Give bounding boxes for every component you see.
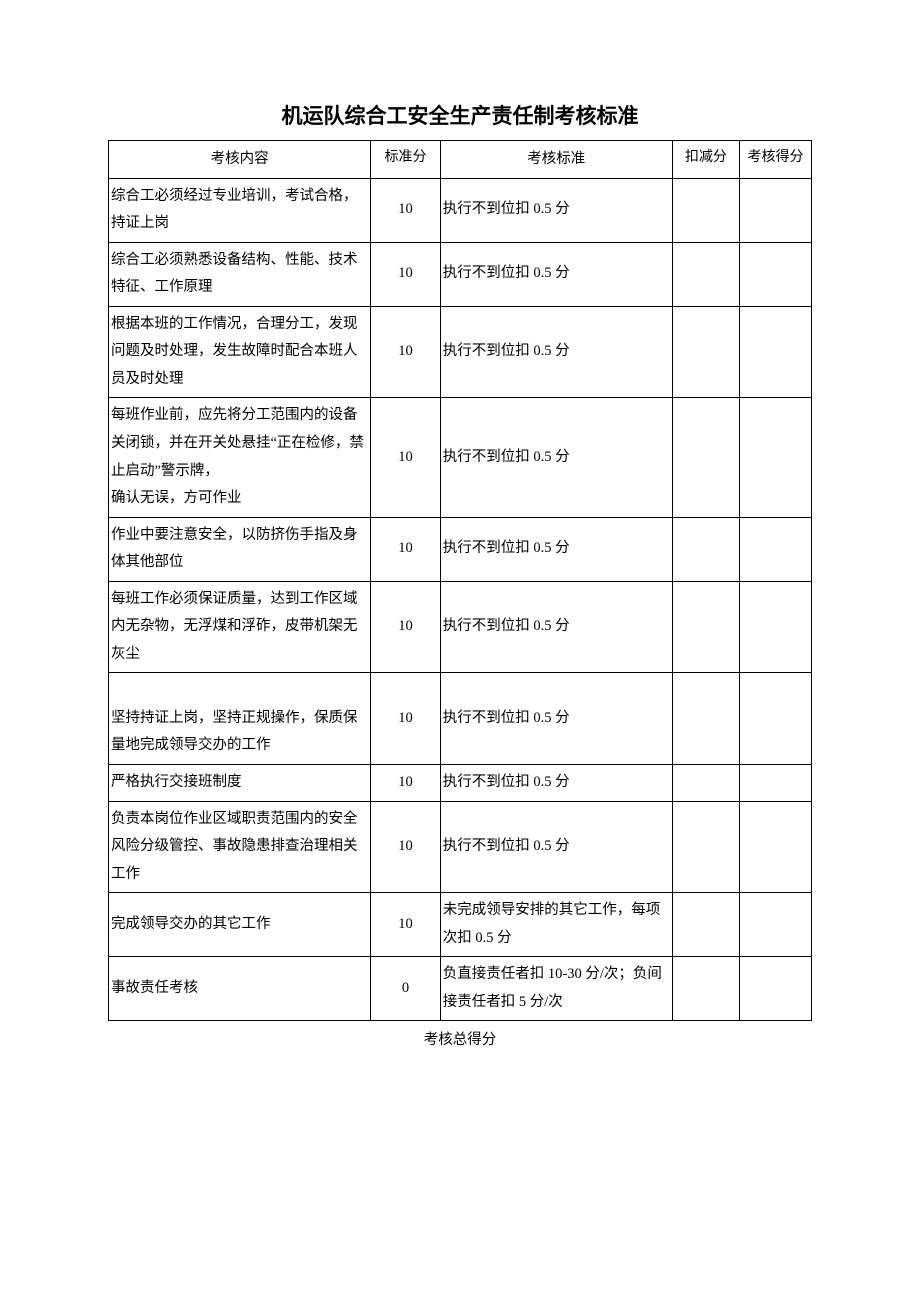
cell-final bbox=[740, 178, 812, 242]
cell-standard: 执行不到位扣 0.5 分 bbox=[440, 764, 672, 801]
cell-deduct bbox=[672, 673, 739, 765]
cell-standard-score: 10 bbox=[371, 398, 441, 517]
cell-final bbox=[740, 801, 812, 893]
cell-content: 严格执行交接班制度 bbox=[109, 764, 371, 801]
cell-standard: 执行不到位扣 0.5 分 bbox=[440, 242, 672, 306]
cell-final bbox=[740, 242, 812, 306]
cell-standard-score: 10 bbox=[371, 306, 441, 398]
cell-deduct bbox=[672, 242, 739, 306]
cell-deduct bbox=[672, 801, 739, 893]
cell-standard-score: 10 bbox=[371, 178, 441, 242]
cell-content: 根据本班的工作情况，合理分工，发现问题及时处理，发生故障时配合本班人员及时处理 bbox=[109, 306, 371, 398]
cell-deduct bbox=[672, 178, 739, 242]
cell-standard-score: 10 bbox=[371, 801, 441, 893]
cell-content: 作业中要注意安全，以防挤伤手指及身体其他部位 bbox=[109, 517, 371, 581]
cell-deduct bbox=[672, 957, 739, 1021]
cell-deduct bbox=[672, 398, 739, 517]
cell-content: 综合工必须熟悉设备结构、性能、技术特征、工作原理 bbox=[109, 242, 371, 306]
assessment-table: 考核内容 标准分 考核标准 扣减分 考核得分 综合工必须经过专业培训，考试合格，… bbox=[108, 140, 812, 1021]
table-row: 完成领导交办的其它工作10未完成领导安排的其它工作，每项次扣 0.5 分 bbox=[109, 893, 812, 957]
cell-final bbox=[740, 306, 812, 398]
table-row: 综合工必须经过专业培训，考试合格，持证上岗10执行不到位扣 0.5 分 bbox=[109, 178, 812, 242]
cell-final bbox=[740, 398, 812, 517]
table-row: 综合工必须熟悉设备结构、性能、技术特征、工作原理10执行不到位扣 0.5 分 bbox=[109, 242, 812, 306]
col-standard: 考核标准 bbox=[440, 141, 672, 179]
cell-content: 每班作业前，应先将分工范围内的设备关闭锁，并在开关处悬挂“正在检修，禁止启动”警… bbox=[109, 398, 371, 517]
col-final: 考核得分 bbox=[740, 141, 812, 179]
cell-final bbox=[740, 673, 812, 765]
cell-content: 综合工必须经过专业培训，考试合格，持证上岗 bbox=[109, 178, 371, 242]
table-header-row: 考核内容 标准分 考核标准 扣减分 考核得分 bbox=[109, 141, 812, 179]
cell-standard-score: 0 bbox=[371, 957, 441, 1021]
footer-total: 考核总得分 bbox=[108, 1021, 812, 1059]
cell-deduct bbox=[672, 893, 739, 957]
cell-standard: 执行不到位扣 0.5 分 bbox=[440, 581, 672, 673]
cell-content: 事故责任考核 bbox=[109, 957, 371, 1021]
cell-content: 完成领导交办的其它工作 bbox=[109, 893, 371, 957]
cell-standard: 执行不到位扣 0.5 分 bbox=[440, 801, 672, 893]
cell-standard: 未完成领导安排的其它工作，每项次扣 0.5 分 bbox=[440, 893, 672, 957]
col-content: 考核内容 bbox=[109, 141, 371, 179]
cell-final bbox=[740, 517, 812, 581]
cell-content: 负责本岗位作业区域职责范围内的安全风险分级管控、事故隐患排查治理相关工作 bbox=[109, 801, 371, 893]
cell-final bbox=[740, 581, 812, 673]
cell-content: 坚持持证上岗，坚持正规操作，保质保量地完成领导交办的工作 bbox=[109, 673, 371, 765]
cell-standard: 执行不到位扣 0.5 分 bbox=[440, 673, 672, 765]
table-row: 每班作业前，应先将分工范围内的设备关闭锁，并在开关处悬挂“正在检修，禁止启动”警… bbox=[109, 398, 812, 517]
cell-final bbox=[740, 764, 812, 801]
cell-standard-score: 10 bbox=[371, 581, 441, 673]
col-deduct: 扣减分 bbox=[672, 141, 739, 179]
cell-standard-score: 10 bbox=[371, 673, 441, 765]
cell-deduct bbox=[672, 764, 739, 801]
cell-standard-score: 10 bbox=[371, 764, 441, 801]
cell-standard: 执行不到位扣 0.5 分 bbox=[440, 178, 672, 242]
cell-standard-score: 10 bbox=[371, 242, 441, 306]
cell-standard: 负直接责任者扣 10-30 分/次；负间接责任者扣 5 分/次 bbox=[440, 957, 672, 1021]
cell-deduct bbox=[672, 581, 739, 673]
cell-deduct bbox=[672, 517, 739, 581]
table-row: 作业中要注意安全，以防挤伤手指及身体其他部位10执行不到位扣 0.5 分 bbox=[109, 517, 812, 581]
cell-final bbox=[740, 957, 812, 1021]
table-row: 根据本班的工作情况，合理分工，发现问题及时处理，发生故障时配合本班人员及时处理1… bbox=[109, 306, 812, 398]
cell-content: 每班工作必须保证质量，达到工作区域内无杂物，无浮煤和浮砟，皮带机架无灰尘 bbox=[109, 581, 371, 673]
col-standard-score: 标准分 bbox=[371, 141, 441, 179]
table-row: 负责本岗位作业区域职责范围内的安全风险分级管控、事故隐患排查治理相关工作10执行… bbox=[109, 801, 812, 893]
cell-standard: 执行不到位扣 0.5 分 bbox=[440, 398, 672, 517]
table-row: 事故责任考核0负直接责任者扣 10-30 分/次；负间接责任者扣 5 分/次 bbox=[109, 957, 812, 1021]
table-row: 坚持持证上岗，坚持正规操作，保质保量地完成领导交办的工作10执行不到位扣 0.5… bbox=[109, 673, 812, 765]
table-row: 严格执行交接班制度10执行不到位扣 0.5 分 bbox=[109, 764, 812, 801]
cell-deduct bbox=[672, 306, 739, 398]
table-row: 每班工作必须保证质量，达到工作区域内无杂物，无浮煤和浮砟，皮带机架无灰尘10执行… bbox=[109, 581, 812, 673]
cell-standard-score: 10 bbox=[371, 893, 441, 957]
cell-standard: 执行不到位扣 0.5 分 bbox=[440, 306, 672, 398]
cell-standard-score: 10 bbox=[371, 517, 441, 581]
cell-final bbox=[740, 893, 812, 957]
cell-standard: 执行不到位扣 0.5 分 bbox=[440, 517, 672, 581]
page-title: 机运队综合工安全生产责任制考核标准 bbox=[108, 100, 812, 130]
